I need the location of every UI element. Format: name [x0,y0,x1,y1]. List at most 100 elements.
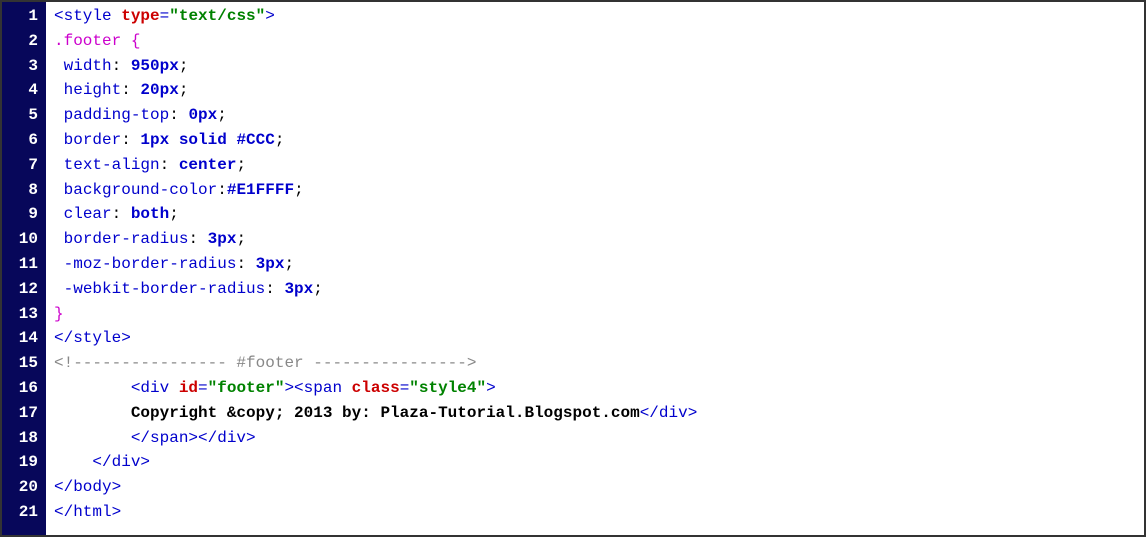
code-token: ; [236,230,246,248]
code-token: -webkit-border-radius [64,280,266,298]
code-token [54,106,64,124]
code-line[interactable]: padding-top: 0px; [54,103,1136,128]
code-token: #E1FFFF [227,181,294,199]
code-token: </body> [54,478,121,496]
code-token: : [188,230,207,248]
code-area[interactable]: <style type="text/css">.footer { width: … [46,2,1144,535]
code-token: : [236,255,255,273]
code-token: } [54,305,64,323]
code-token: border [64,131,122,149]
code-token: : [121,131,140,149]
code-line[interactable]: </html> [54,500,1136,525]
line-number: 15 [6,351,38,376]
code-line[interactable]: .footer { [54,29,1136,54]
code-line[interactable]: width: 950px; [54,54,1136,79]
code-token: ; [275,131,285,149]
code-token: type [121,7,159,25]
code-line[interactable]: -moz-border-radius: 3px; [54,252,1136,277]
code-token: <div [131,379,179,397]
code-token: : [265,280,284,298]
code-token [54,255,64,273]
code-token: <!---------------- #footer -------------… [54,354,476,372]
line-number: 14 [6,326,38,351]
line-number: 6 [6,128,38,153]
code-token: ; [294,181,304,199]
code-token: "text/css" [169,7,265,25]
code-token: </div> [92,453,150,471]
code-token: : [112,205,131,223]
line-number: 1 [6,4,38,29]
code-token: 3px [208,230,237,248]
code-token: .footer { [54,32,140,50]
code-line[interactable]: Copyright &copy; 2013 by: Plaza-Tutorial… [54,401,1136,426]
code-token: width [64,57,112,75]
code-token: : [169,106,188,124]
code-token: "style4" [409,379,486,397]
line-number: 3 [6,54,38,79]
code-token: > [486,379,496,397]
line-number: 9 [6,202,38,227]
code-token [54,230,64,248]
code-line[interactable]: </style> [54,326,1136,351]
code-line[interactable]: clear: both; [54,202,1136,227]
line-number: 11 [6,252,38,277]
line-number: 16 [6,376,38,401]
code-token: <style [54,7,121,25]
code-line[interactable]: </span></div> [54,426,1136,451]
code-token: = [198,379,208,397]
code-token [54,280,64,298]
line-number: 17 [6,401,38,426]
line-number: 2 [6,29,38,54]
code-token: background-color [64,181,218,199]
code-token [54,57,64,75]
code-line[interactable]: <style type="text/css"> [54,4,1136,29]
code-editor: 123456789101112131415161718192021 <style… [0,0,1146,537]
code-token: 950px [131,57,179,75]
line-number: 18 [6,426,38,451]
code-token: > [265,7,275,25]
code-token [54,205,64,223]
line-number: 5 [6,103,38,128]
code-line[interactable]: </body> [54,475,1136,500]
code-line[interactable]: height: 20px; [54,78,1136,103]
code-token [54,131,64,149]
code-line[interactable]: </div> [54,450,1136,475]
code-token: id [179,379,198,397]
code-token: ; [284,255,294,273]
code-token: border-radius [64,230,189,248]
code-token [54,156,64,174]
line-number: 13 [6,302,38,327]
code-token: </div> [640,404,698,422]
code-line[interactable]: border-radius: 3px; [54,227,1136,252]
code-token: 3px [256,255,285,273]
code-token: : [121,81,140,99]
code-token: 3px [284,280,313,298]
code-token: height [64,81,122,99]
code-token: class [352,379,400,397]
line-number: 20 [6,475,38,500]
code-token: 1px solid #CCC [140,131,274,149]
code-token: both [131,205,169,223]
code-line[interactable]: <div id="footer"><span class="style4"> [54,376,1136,401]
code-line[interactable]: border: 1px solid #CCC; [54,128,1136,153]
line-number: 4 [6,78,38,103]
code-token [54,181,64,199]
code-line[interactable]: <!---------------- #footer -------------… [54,351,1136,376]
code-token: ; [236,156,246,174]
code-token: 20px [140,81,178,99]
code-token: ; [179,57,189,75]
code-token: </html> [54,503,121,521]
code-line[interactable]: text-align: center; [54,153,1136,178]
code-line[interactable]: background-color:#E1FFFF; [54,178,1136,203]
code-token: padding-top [64,106,170,124]
code-token: = [400,379,410,397]
code-line[interactable]: } [54,302,1136,327]
line-number: 8 [6,178,38,203]
code-token: -moz-border-radius [64,255,237,273]
code-token: : [160,156,179,174]
code-line[interactable]: -webkit-border-radius: 3px; [54,277,1136,302]
code-token: ; [179,81,189,99]
code-token: ; [217,106,227,124]
line-number: 19 [6,450,38,475]
code-token: text-align [64,156,160,174]
